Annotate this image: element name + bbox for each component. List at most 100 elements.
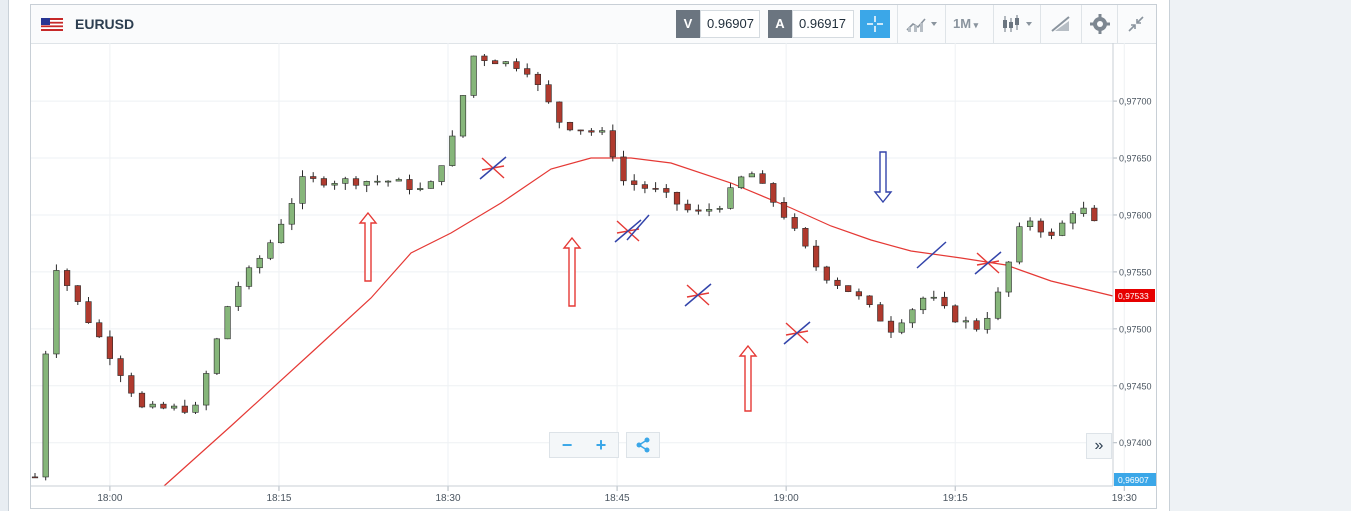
- candle-body: [181, 405, 188, 413]
- crosshair-button[interactable]: [860, 10, 890, 38]
- candle-body: [812, 245, 820, 268]
- candle-body: [481, 55, 488, 61]
- candle-body: [352, 178, 360, 186]
- up-arrow: [358, 211, 378, 282]
- candle-body: [941, 296, 948, 307]
- candle-body: [138, 392, 146, 408]
- candle-body: [994, 291, 1002, 319]
- chart-widget: EURUSD V 0.96907 A 0.96917 1M ▾ 18:00 18…: [30, 4, 1157, 509]
- candle-body: [620, 156, 627, 182]
- zoom-out-button[interactable]: −: [552, 433, 582, 457]
- candle-body: [1037, 220, 1044, 233]
- candle-body: [224, 306, 231, 340]
- candle-body: [427, 181, 435, 189]
- candle-body: [866, 295, 873, 305]
- candle-body: [673, 191, 681, 205]
- y-tick-label: 0,97400: [1119, 438, 1152, 448]
- indicators-icon[interactable]: [905, 13, 941, 35]
- candle-body: [1091, 207, 1098, 222]
- ma-price-label: 0,97533: [1118, 291, 1149, 301]
- candle-body: [1080, 207, 1087, 214]
- y-tick-label: 0,97650: [1119, 154, 1152, 164]
- candle-body: [834, 279, 841, 286]
- scroll-forward-button[interactable]: »: [1086, 433, 1112, 459]
- candle-body: [31, 476, 39, 479]
- candle-body: [470, 55, 477, 96]
- candle-body: [727, 187, 734, 209]
- candle-body: [823, 266, 830, 281]
- candle-body: [962, 320, 969, 323]
- candle-body: [1005, 261, 1012, 293]
- candle-body: [192, 404, 199, 413]
- candle-body: [577, 129, 584, 132]
- candle-type-icon[interactable]: [1000, 13, 1036, 35]
- candle-body: [845, 285, 852, 292]
- candle-body: [171, 405, 178, 409]
- candle-body: [342, 178, 349, 184]
- candle-body: [695, 209, 702, 212]
- chart-toolbar: EURUSD V 0.96907 A 0.96917 1M ▾: [31, 5, 1156, 44]
- candle-body: [106, 336, 113, 359]
- gear-icon[interactable]: [1089, 13, 1111, 35]
- ask-label: A: [768, 10, 792, 38]
- candle-body: [267, 242, 274, 259]
- candle-body: [449, 135, 456, 166]
- candle-body: [203, 373, 210, 406]
- x-tick-label: 19:00: [774, 493, 799, 504]
- x-tick-label: 18:30: [436, 493, 461, 504]
- candle-body: [245, 267, 253, 287]
- candle-body: [909, 309, 916, 324]
- y-tick-label: 0,97700: [1119, 97, 1152, 107]
- candle-body: [117, 358, 124, 376]
- candle-body: [984, 317, 991, 330]
- candle-body: [877, 304, 884, 322]
- candle-body: [534, 73, 542, 85]
- candle-body: [545, 84, 552, 103]
- timeframe-dropdown[interactable]: 1M ▾: [953, 16, 978, 38]
- candle-body: [609, 130, 616, 158]
- drawing-icon[interactable]: [1049, 13, 1073, 35]
- candle-body: [919, 297, 927, 311]
- share-icon[interactable]: [627, 433, 659, 457]
- candle-body: [748, 173, 755, 178]
- candle-body: [63, 270, 71, 286]
- candle-body: [556, 101, 563, 123]
- up-arrow: [738, 344, 758, 412]
- candles: [31, 53, 1098, 481]
- down-arrow: [873, 151, 893, 204]
- candle-body: [802, 228, 809, 247]
- candle-body: [374, 180, 381, 183]
- candle-body: [438, 165, 445, 182]
- zoom-in-button[interactable]: +: [586, 433, 616, 457]
- right-pane: [1170, 0, 1351, 511]
- candle-body: [299, 176, 306, 204]
- candle-body: [588, 130, 595, 133]
- y-tick-label: 0,97550: [1119, 267, 1152, 277]
- ask-price: 0.96917: [799, 16, 846, 31]
- candle-body: [566, 121, 574, 131]
- candle-body: [406, 179, 413, 190]
- candle-body: [759, 173, 766, 184]
- us-flag-icon: [41, 18, 63, 31]
- candle-body: [395, 179, 402, 182]
- candle-body: [770, 183, 777, 203]
- current-price-label: 0,96907: [1118, 475, 1149, 485]
- candle-body: [417, 188, 424, 190]
- candle-body: [641, 184, 648, 189]
- candle-body: [459, 95, 467, 137]
- candle-body: [320, 178, 328, 186]
- candle-body: [213, 338, 221, 374]
- candle-body: [502, 61, 509, 65]
- x-tick-label: 18:15: [266, 493, 291, 504]
- candle-body: [598, 130, 606, 133]
- candle-body: [780, 202, 788, 218]
- y-tick-label: 0,97500: [1119, 324, 1152, 334]
- symbol-label[interactable]: EURUSD: [75, 16, 134, 32]
- candle-body: [96, 322, 103, 338]
- collapse-icon[interactable]: [1125, 13, 1147, 35]
- candle-body: [973, 320, 980, 330]
- candle-body: [1069, 213, 1076, 224]
- candle-body: [513, 61, 520, 69]
- candle-body: [652, 188, 659, 190]
- candle-body: [85, 301, 92, 324]
